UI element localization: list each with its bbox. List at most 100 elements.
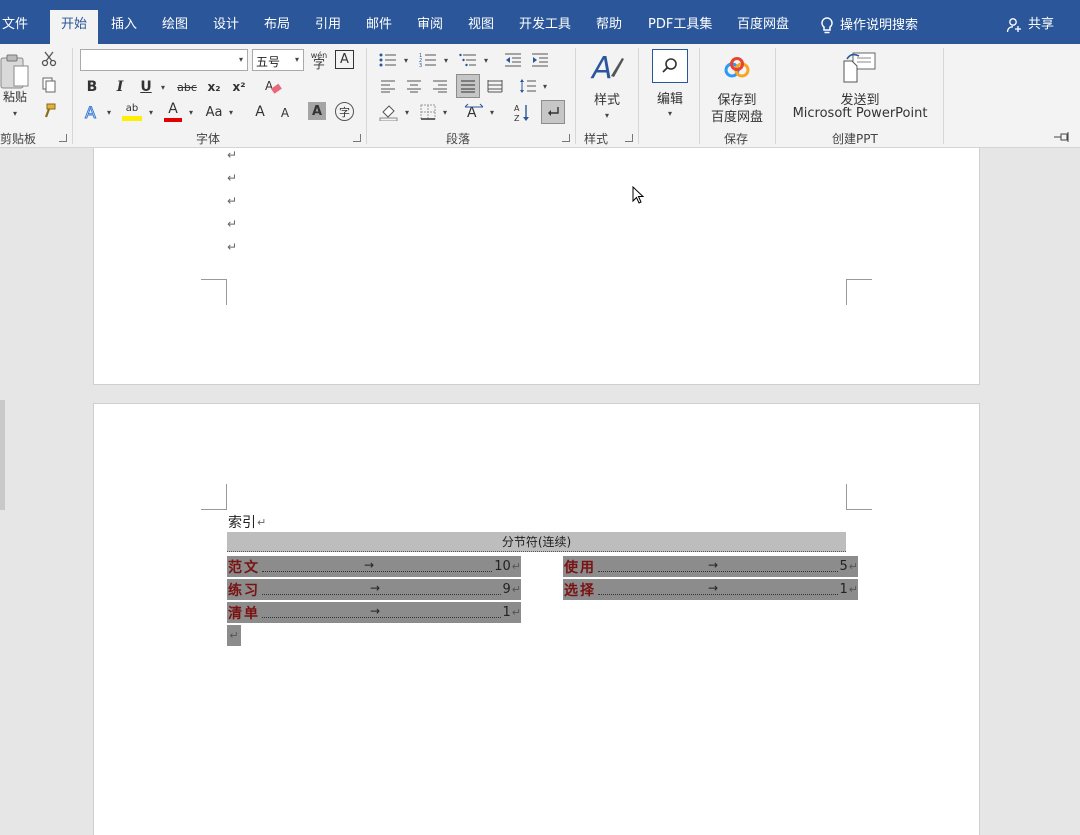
highlight-button[interactable]: ab [120, 101, 144, 123]
chinese-layout-icon[interactable]: A [463, 102, 485, 122]
paste-button[interactable] [0, 52, 30, 92]
underline-dropdown-icon[interactable]: ▾ [158, 82, 168, 92]
clipboard-dialog-launcher-icon[interactable] [59, 134, 67, 142]
decrease-indent-icon[interactable] [503, 51, 523, 69]
align-center-icon[interactable] [404, 77, 424, 95]
shrink-font-button[interactable]: A [276, 104, 294, 122]
show-formatting-marks-icon[interactable] [541, 100, 565, 124]
tab-developer[interactable]: 开发工具 [519, 17, 571, 33]
highlight-dropdown-icon[interactable]: ▾ [146, 107, 156, 117]
save-to-baidu-line2[interactable]: 百度网盘 [706, 106, 768, 125]
character-border-button[interactable]: A [335, 50, 354, 69]
index-entry[interactable]: 选择 → 1 ↵ [563, 579, 858, 600]
font-color-dropdown-icon[interactable]: ▾ [186, 107, 196, 117]
empty-paragraph[interactable]: ↵ [227, 625, 241, 646]
index-entry[interactable]: 清单 → 1 ↵ [227, 602, 521, 623]
editing-button-label[interactable]: 编辑 [652, 88, 688, 107]
clear-formatting-icon[interactable]: A [262, 76, 284, 98]
borders-icon[interactable] [418, 102, 438, 122]
change-case-dropdown-icon[interactable]: ▾ [226, 107, 236, 117]
styles-dialog-launcher-icon[interactable] [625, 134, 633, 142]
tab-mailings[interactable]: 邮件 [366, 17, 392, 33]
tab-leader: → [262, 604, 501, 618]
styles-button-label[interactable]: 样式 [590, 89, 624, 108]
character-shading-button[interactable]: A [308, 102, 326, 120]
chinese-layout-dropdown-icon[interactable]: ▾ [487, 107, 497, 117]
send-to-ppt-line2[interactable]: Microsoft PowerPoint [784, 106, 936, 121]
share-button[interactable]: 共享 [1006, 17, 1054, 33]
tab-home[interactable]: 开始 [50, 10, 99, 44]
sort-icon[interactable]: AZ [512, 102, 532, 124]
chevron-down-icon[interactable]: ▾ [295, 55, 299, 64]
grow-font-button[interactable]: A [250, 102, 270, 122]
cut-icon[interactable] [40, 50, 58, 68]
index-entry[interactable]: 范文 → 10 ↵ [227, 556, 521, 577]
underline-button[interactable]: U [136, 77, 156, 97]
tab-insert[interactable]: 插入 [111, 17, 137, 33]
styles-dropdown-icon[interactable]: ▾ [602, 110, 612, 120]
tab-references[interactable]: 引用 [315, 17, 341, 33]
tab-pdf-tools[interactable]: PDF工具集 [648, 17, 712, 33]
tell-me-search[interactable]: 操作说明搜索 [820, 17, 918, 35]
subscript-button[interactable]: x₂ [203, 77, 225, 97]
document-page[interactable]: ↵ ↵ ↵ ↵ ↵ [93, 148, 980, 385]
distributed-icon[interactable] [485, 77, 505, 95]
bullets-icon[interactable] [378, 51, 398, 69]
chevron-down-icon[interactable]: ▾ [239, 55, 243, 64]
index-heading[interactable]: 索引 ↵ [228, 512, 266, 532]
document-area[interactable]: ↵ ↵ ↵ ↵ ↵ 索引 ↵ 分节符(连续) 范文 → 10 ↵ 练习 → 9 … [0, 148, 1080, 835]
index-entry[interactable]: 练习 → 9 ↵ [227, 579, 521, 600]
strikethrough-button[interactable]: abc [174, 77, 200, 97]
italic-button[interactable]: I [110, 77, 130, 97]
align-right-icon[interactable] [430, 77, 450, 95]
styles-icon[interactable]: A [589, 50, 625, 86]
line-spacing-dropdown-icon[interactable]: ▾ [540, 81, 550, 91]
change-case-button[interactable]: Aa [202, 102, 226, 122]
font-color-button[interactable]: A [162, 101, 184, 123]
find-icon[interactable] [652, 49, 688, 83]
numbering-dropdown-icon[interactable]: ▾ [441, 55, 451, 65]
phonetic-guide-button[interactable]: wén 字 [309, 49, 329, 71]
borders-dropdown-icon[interactable]: ▾ [440, 107, 450, 117]
save-group-label: 保存 [724, 132, 749, 146]
increase-indent-icon[interactable] [530, 51, 550, 69]
tab-view[interactable]: 视图 [468, 17, 494, 33]
align-left-icon[interactable] [378, 77, 398, 95]
line-spacing-icon[interactable] [518, 77, 538, 95]
text-effects-dropdown-icon[interactable]: ▾ [104, 107, 114, 117]
search-label: 操作说明搜索 [840, 18, 919, 33]
paragraph-shading-icon[interactable] [378, 102, 400, 122]
tab-design[interactable]: 设计 [213, 17, 239, 33]
enclose-characters-button[interactable]: 字 [335, 102, 354, 121]
pin-ribbon-icon[interactable] [1052, 130, 1072, 144]
tab-layout[interactable]: 布局 [264, 17, 290, 33]
shading-dropdown-icon[interactable]: ▾ [402, 107, 412, 117]
multilevel-dropdown-icon[interactable]: ▾ [481, 55, 491, 65]
format-painter-icon[interactable] [40, 102, 58, 120]
tab-draw[interactable]: 绘图 [162, 17, 188, 33]
font-dialog-launcher-icon[interactable] [353, 134, 361, 142]
group-separator [366, 48, 367, 144]
index-entry[interactable]: 使用 → 5 ↵ [563, 556, 858, 577]
tab-file[interactable]: 文件 [2, 17, 28, 33]
superscript-button[interactable]: x² [228, 77, 250, 97]
bullets-dropdown-icon[interactable]: ▾ [401, 55, 411, 65]
text-effects-icon[interactable]: A [82, 102, 102, 122]
multilevel-list-icon[interactable] [458, 51, 478, 69]
paragraph-dialog-launcher-icon[interactable] [562, 134, 570, 142]
tab-help[interactable]: 帮助 [596, 17, 622, 33]
numbering-icon[interactable]: 123 [418, 51, 438, 69]
editing-dropdown-icon[interactable]: ▾ [665, 108, 675, 118]
baidu-cloud-icon[interactable] [722, 56, 752, 80]
font-name-input[interactable]: ▾ [80, 49, 248, 71]
paste-dropdown-icon[interactable]: ▾ [10, 108, 20, 118]
bold-button[interactable]: B [82, 77, 102, 97]
send-to-ppt-icon[interactable] [840, 50, 878, 84]
tab-review[interactable]: 审阅 [417, 17, 443, 33]
tab-baidu-netdisk[interactable]: 百度网盘 [737, 17, 789, 33]
justify-icon[interactable] [456, 74, 480, 98]
paste-label[interactable]: 粘贴 [0, 89, 30, 104]
font-size-input[interactable]: 五号 ▾ [252, 49, 304, 71]
group-separator [575, 48, 576, 144]
copy-icon[interactable] [40, 76, 58, 94]
